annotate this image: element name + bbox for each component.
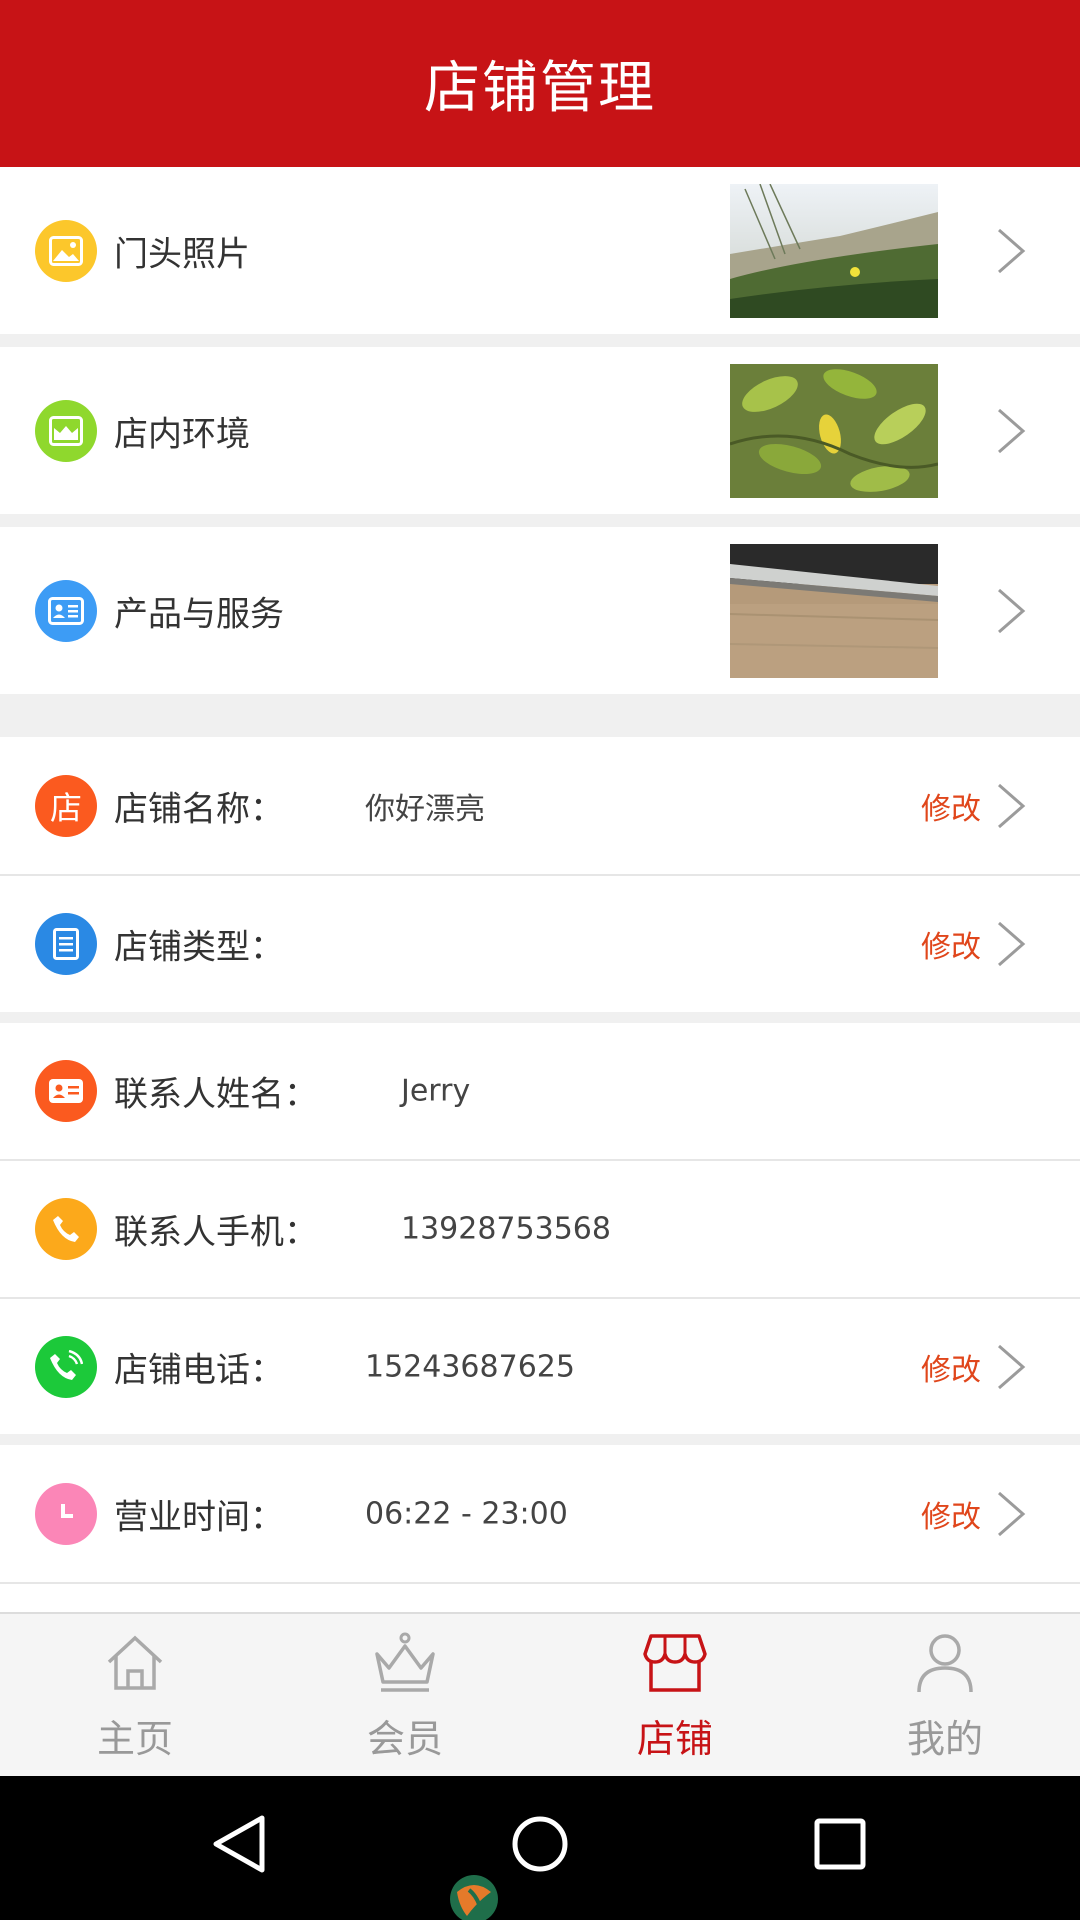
edit-store-type-button[interactable]: 修改	[921, 922, 981, 966]
phone-icon	[35, 1198, 97, 1260]
crown-icon	[375, 1632, 435, 1692]
store-type-label: 店铺类型：	[114, 927, 284, 968]
tab-mine[interactable]: 我的	[810, 1614, 1080, 1776]
chevron-right-icon	[998, 408, 1026, 453]
tab-store[interactable]: 店铺	[540, 1614, 810, 1776]
business-hours-label: 营业时间：	[114, 1497, 284, 1537]
store-text-icon: 店	[35, 774, 97, 837]
tab-members[interactable]: 会员	[270, 1614, 540, 1776]
business-hours-value: 06:22 - 23:00	[365, 1496, 568, 1531]
tab-home[interactable]: 主页	[0, 1614, 270, 1776]
chevron-right-icon	[998, 921, 1026, 967]
chevron-right-icon	[998, 1344, 1026, 1389]
store-icon-char: 店	[49, 788, 82, 827]
row-label: 门头照片	[114, 234, 250, 274]
id-card-icon	[35, 579, 97, 642]
contact-mobile-label: 联系人手机：	[114, 1212, 318, 1253]
store-type-row[interactable]: 店铺类型： 修改	[0, 876, 1080, 1012]
landscape-icon	[35, 399, 97, 462]
edit-store-phone-button[interactable]: 修改	[921, 1345, 981, 1389]
contact-name-label: 联系人姓名：	[114, 1074, 318, 1115]
row-label: 店内环境	[114, 414, 250, 454]
products-services-thumbnail	[730, 543, 938, 678]
contact-name-row: 联系人姓名： Jerry	[0, 1023, 1080, 1159]
storefront-photo-row[interactable]: 门头照片	[0, 167, 1080, 334]
products-services-row[interactable]: 产品与服务	[0, 527, 1080, 694]
tab-label: 主页	[96, 1717, 173, 1761]
chevron-right-icon	[998, 228, 1026, 273]
person-icon	[917, 1634, 973, 1693]
contact-mobile-row: 联系人手机： 13928753568	[0, 1161, 1080, 1297]
chevron-right-icon	[998, 783, 1026, 828]
app-header: 店铺管理	[0, 0, 1080, 167]
store-icon	[643, 1634, 707, 1692]
back-icon[interactable]	[200, 1804, 280, 1884]
tab-label: 会员	[366, 1717, 443, 1761]
storefront-photo-thumbnail	[730, 183, 938, 318]
home-circle-icon[interactable]	[500, 1804, 580, 1884]
phone-ringing-icon	[35, 1335, 97, 1398]
page-title: 店铺管理	[424, 56, 656, 121]
document-icon	[35, 913, 97, 975]
tab-label: 我的	[906, 1717, 983, 1761]
clock-icon	[35, 1482, 97, 1545]
image-icon	[35, 219, 97, 282]
store-phone-row[interactable]: 店铺电话： 15243687625 修改	[0, 1299, 1080, 1434]
contact-card-icon	[35, 1060, 97, 1122]
store-name-row[interactable]: 店 店铺名称： 你好漂亮 修改	[0, 737, 1080, 874]
edit-store-name-button[interactable]: 修改	[921, 784, 981, 828]
system-nav-bar	[0, 1776, 1080, 1920]
home-icon	[107, 1635, 163, 1690]
chevron-right-icon	[998, 588, 1026, 633]
business-hours-row[interactable]: 营业时间： 06:22 - 23:00 修改	[0, 1445, 1080, 1582]
store-phone-value: 15243687625	[365, 1349, 575, 1384]
bottom-tab-bar: 主页 会员 店铺 我的	[0, 1612, 1080, 1776]
store-name-value: 你好漂亮	[365, 791, 485, 827]
chevron-right-icon	[998, 1491, 1026, 1536]
tab-label: 店铺	[636, 1717, 713, 1761]
recents-icon[interactable]	[800, 1804, 880, 1884]
store-environment-thumbnail	[730, 363, 938, 498]
edit-business-hours-button[interactable]: 修改	[921, 1492, 981, 1536]
contact-mobile-value: 13928753568	[401, 1211, 611, 1247]
store-phone-label: 店铺电话：	[114, 1350, 284, 1390]
next-row-partial	[0, 1584, 1080, 1612]
row-label: 产品与服务	[114, 594, 284, 634]
store-name-label: 店铺名称：	[114, 789, 284, 829]
app-logo-icon	[450, 1875, 498, 1920]
store-environment-row[interactable]: 店内环境	[0, 347, 1080, 514]
contact-name-value: Jerry	[401, 1073, 471, 1109]
